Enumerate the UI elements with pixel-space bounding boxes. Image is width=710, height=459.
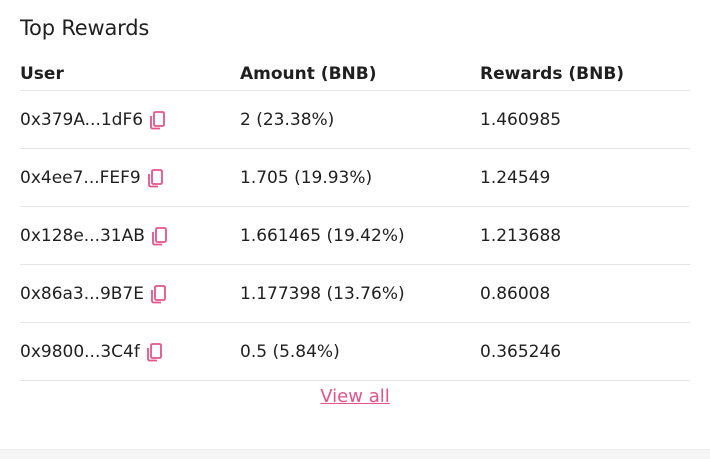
rewards-cell: 1.213688 <box>480 226 562 246</box>
user-cell: 0x379A...1dF6 <box>20 110 166 130</box>
user-cell: 0x86a3...9B7E <box>20 284 167 304</box>
table-row: 0x9800...3C4f 0.5 (5.84%) 0.365246 <box>20 323 690 381</box>
amount-cell: 1.705 (19.93%) <box>240 168 373 188</box>
copy-icon[interactable] <box>151 226 168 246</box>
column-header-rewards: Rewards (BNB) <box>480 64 625 84</box>
panel-bottom-divider <box>0 449 710 459</box>
column-header-amount: Amount (BNB) <box>240 64 377 84</box>
user-address: 0x86a3...9B7E <box>20 284 144 304</box>
rewards-cell: 1.460985 <box>480 110 562 130</box>
amount-cell: 0.5 (5.84%) <box>240 342 340 362</box>
copy-icon[interactable] <box>146 342 163 362</box>
amount-cell: 2 (23.38%) <box>240 110 335 130</box>
rewards-cell: 0.86008 <box>480 284 551 304</box>
table-row: 0x4ee7...FEF9 1.705 (19.93%) 1.24549 <box>20 149 690 207</box>
amount-cell: 1.661465 (19.42%) <box>240 226 405 246</box>
amount-cell: 1.177398 (13.76%) <box>240 284 405 304</box>
table-footer: View all <box>20 386 690 407</box>
table-row: 0x128e...31AB 1.661465 (19.42%) 1.213688 <box>20 207 690 265</box>
table-row: 0x86a3...9B7E 1.177398 (13.76%) 0.86008 <box>20 265 690 323</box>
user-address: 0x128e...31AB <box>20 226 145 246</box>
top-rewards-panel: Top Rewards User Amount (BNB) Rewards (B… <box>0 0 710 459</box>
copy-icon[interactable] <box>149 110 166 130</box>
copy-icon[interactable] <box>147 168 164 188</box>
rewards-cell: 0.365246 <box>480 342 562 362</box>
copy-icon[interactable] <box>150 284 167 304</box>
rewards-table: User Amount (BNB) Rewards (BNB) 0x379A..… <box>20 58 690 381</box>
rewards-cell: 1.24549 <box>480 168 551 188</box>
user-address: 0x379A...1dF6 <box>20 110 144 130</box>
table-row: 0x379A...1dF6 2 (23.38%) 1.460985 <box>20 91 690 149</box>
user-address: 0x9800...3C4f <box>20 342 140 362</box>
column-header-user: User <box>20 64 64 84</box>
table-header: User Amount (BNB) Rewards (BNB) <box>20 58 690 91</box>
view-all-link[interactable]: View all <box>320 386 389 407</box>
panel-title: Top Rewards <box>20 16 150 40</box>
user-cell: 0x4ee7...FEF9 <box>20 168 164 188</box>
user-address: 0x4ee7...FEF9 <box>20 168 141 188</box>
user-cell: 0x9800...3C4f <box>20 342 163 362</box>
user-cell: 0x128e...31AB <box>20 226 168 246</box>
